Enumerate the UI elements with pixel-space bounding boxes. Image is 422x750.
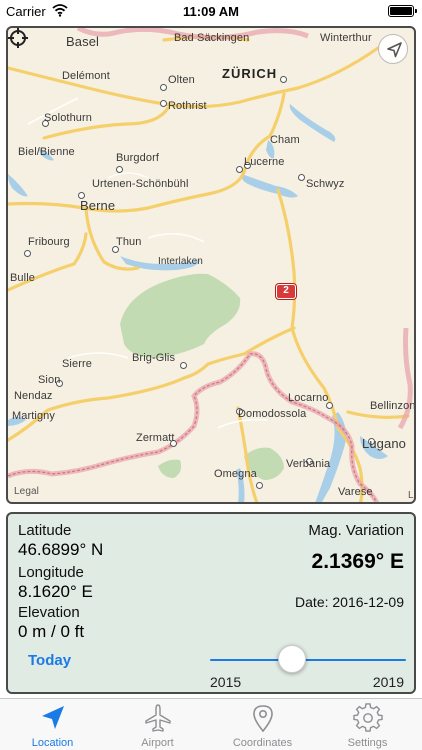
- map-label-winterthur: Winterthur: [320, 32, 372, 44]
- city-dot: [180, 362, 187, 369]
- city-dot: [256, 482, 263, 489]
- status-time: 11:09 AM: [183, 4, 239, 19]
- city-dot: [298, 174, 305, 181]
- lake-lucerne: [241, 174, 298, 198]
- mag-variation-label: Mag. Variation: [308, 522, 404, 539]
- tab-label: Airport: [141, 737, 174, 749]
- map-label-cham: Cham: [270, 134, 300, 146]
- year-slider-thumb[interactable]: [278, 645, 307, 673]
- locate-me-button[interactable]: [378, 34, 408, 64]
- tab-location[interactable]: Location: [0, 699, 105, 750]
- battery-icon: [388, 5, 417, 17]
- map-label-solothurn: Solothurn: [44, 112, 92, 124]
- map-label-berne: Berne: [80, 198, 116, 213]
- city-dot: [236, 166, 243, 173]
- tab-label: Settings: [347, 737, 388, 749]
- map-label-burgdorf: Burgdorf: [116, 152, 159, 164]
- map-label-martigny: Martigny: [12, 410, 55, 422]
- tab-label: Coordinates: [232, 737, 293, 749]
- map-label-verbania: Verbania: [286, 458, 331, 470]
- tab-label: Location: [31, 737, 74, 749]
- map-label-thun: Thun: [116, 236, 142, 248]
- gear-icon: [353, 703, 383, 732]
- map-label-sierre: Sierre: [62, 358, 92, 370]
- city-dot: [24, 250, 31, 257]
- map-legal-link[interactable]: Legal: [14, 486, 39, 497]
- airplane-icon: [145, 704, 171, 732]
- map-label-lucerne: Lucerne: [244, 156, 285, 168]
- longitude-value: 8.1620° E: [18, 582, 93, 601]
- map-label-nendaz: Nendaz: [14, 390, 53, 402]
- map-label-sion: Sion: [38, 374, 61, 386]
- year-slider-track[interactable]: [210, 659, 406, 661]
- tab-coordinates[interactable]: Coordinates: [210, 699, 315, 750]
- lake-neuchatel: [8, 174, 28, 197]
- map-label-bellinzona: Bellinzona: [370, 400, 416, 412]
- map-label-domodossola: Domodossola: [238, 408, 307, 420]
- map-label-bad-sackingen: Bad Säckingen: [174, 32, 250, 44]
- elevation-label: Elevation: [18, 604, 80, 621]
- map-label-fribourg: Fribourg: [28, 236, 70, 248]
- city-dot: [116, 166, 123, 173]
- map-label-basel: Basel: [66, 34, 100, 49]
- mag-variation-value: 2.1369° E: [311, 550, 404, 573]
- map-label-omegna: Omegna: [214, 468, 257, 480]
- latitude-label: Latitude: [18, 522, 72, 539]
- park-jungfrau: [120, 273, 241, 358]
- map-graphics: [8, 28, 413, 502]
- map-view[interactable]: Basel Bad Säckingen Winterthur Delémont …: [6, 26, 416, 504]
- map-label-brig: Brig-Glis: [132, 352, 176, 364]
- map-label-zermatt: Zermatt: [136, 432, 175, 444]
- slider-min-label: 2015: [210, 674, 242, 690]
- info-panel: Latitude 46.6899° N Longitude 8.1620° E …: [6, 512, 416, 694]
- map-label-urtenen: Urtenen-Schönbühl: [92, 178, 189, 190]
- slider-max-label: 2019: [372, 674, 404, 690]
- map-label-edge: L: [408, 490, 414, 501]
- map-label-interlaken: Interlaken: [158, 256, 203, 267]
- map-label-delemont: Delémont: [62, 70, 110, 82]
- longitude-label: Longitude: [18, 564, 84, 581]
- map-label-zurich: ZÜRICH: [222, 66, 278, 81]
- year-slider-fill: [210, 659, 406, 661]
- tab-bar: Location Airport Coordinates Settings: [0, 698, 422, 750]
- highway-shield: 2: [276, 284, 296, 299]
- tab-settings[interactable]: Settings: [315, 699, 420, 750]
- map-label-schwyz: Schwyz: [306, 178, 345, 190]
- map-label-bulle: Bulle: [10, 272, 35, 284]
- city-dot: [160, 84, 167, 91]
- status-bar: Carrier 11:09 AM: [0, 0, 422, 22]
- map-label-biel: Biel/Bienne: [18, 146, 75, 158]
- city-dot: [160, 100, 167, 107]
- map-label-varese: Varese: [338, 486, 373, 498]
- elevation-value: 0 m / 0 ft: [18, 622, 85, 641]
- location-arrow-icon: [42, 706, 64, 729]
- tab-airport[interactable]: Airport: [105, 699, 210, 750]
- map-pin-icon: [253, 705, 273, 733]
- map-label-locarno: Locarno: [288, 392, 329, 404]
- latitude-value: 46.6899° N: [18, 540, 104, 559]
- map-label-rothrist: Rothrist: [168, 100, 207, 112]
- today-button[interactable]: Today: [28, 652, 71, 669]
- location-arrow-icon: [387, 42, 402, 58]
- map-label-olten: Olten: [168, 74, 195, 86]
- map-label-lugano: Lugano: [362, 436, 406, 451]
- park-south: [158, 459, 182, 478]
- crosshair-icon: [8, 28, 28, 48]
- city-dot: [280, 76, 287, 83]
- date-text: Date: 2016-12-09: [295, 594, 404, 610]
